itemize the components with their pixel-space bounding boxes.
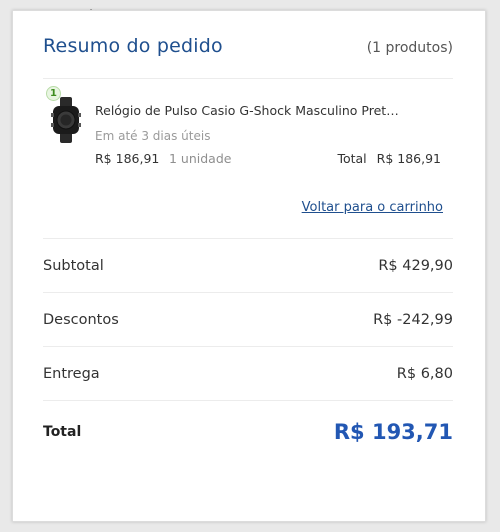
quantity-badge: 1: [46, 86, 61, 101]
total-label: Total: [43, 424, 82, 440]
item-total-value: R$ 186,91: [376, 151, 441, 166]
product-name: Relógio de Pulso Casio G-Shock Masculino…: [95, 103, 399, 118]
watch-icon: [51, 97, 81, 143]
shipping-value: R$ 6,80: [396, 365, 453, 382]
item-total-label: Total: [337, 151, 367, 166]
delivery-estimate: Em até 3 dias úteis: [95, 129, 211, 143]
order-summary-title: Resumo do pedido: [43, 35, 223, 57]
shipping-row: Entrega R$ 6,80: [43, 346, 453, 400]
price-summary: Subtotal R$ 429,90 Descontos R$ -242,99 …: [43, 238, 453, 463]
item-total: Total R$ 186,91: [337, 151, 441, 166]
unit-price: R$ 186,91: [95, 151, 160, 166]
subtotal-label: Subtotal: [43, 257, 104, 274]
discounts-row: Descontos R$ -242,99: [43, 292, 453, 346]
back-to-cart-link[interactable]: Voltar para o carrinho: [302, 200, 443, 215]
subtotal-value: R$ 429,90: [378, 257, 453, 274]
product-count: (1 produtos): [366, 40, 453, 56]
divider: [43, 78, 453, 79]
subtotal-row: Subtotal R$ 429,90: [43, 238, 453, 292]
total-value: R$ 193,71: [333, 420, 453, 444]
total-row: Total R$ 193,71: [43, 400, 453, 463]
shipping-label: Entrega: [43, 365, 100, 382]
discounts-value: R$ -242,99: [373, 311, 453, 328]
discounts-label: Descontos: [43, 311, 119, 328]
order-summary-header: Resumo do pedido (1 produtos): [43, 35, 453, 67]
order-summary-card: Resumo do pedido (1 produtos) 1 Relógio …: [12, 10, 486, 522]
order-item: 1 Relógio de Pulso Casio G-Shock Masculi…: [43, 83, 453, 173]
unit-quantity: 1 unidade: [169, 151, 232, 166]
